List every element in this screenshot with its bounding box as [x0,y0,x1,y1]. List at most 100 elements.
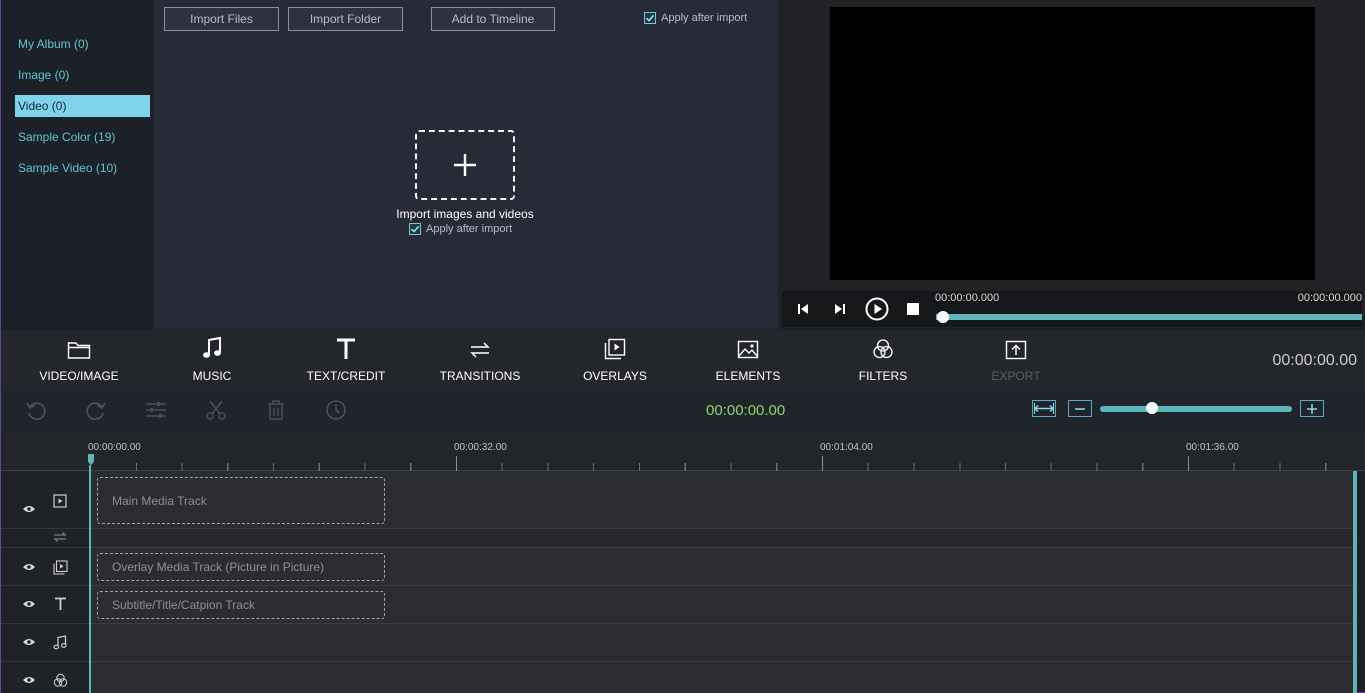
filter-track-visibility-toggle[interactable] [21,672,37,688]
timeline-ruler[interactable]: 00:00:00.00 00:00:32.00 00:01:04.00 00:0… [1,432,1365,471]
clock-icon [326,400,346,420]
sidebar-item-sample-color[interactable]: Sample Color (19) [15,126,150,148]
tab-video-image[interactable]: VIDEO/IMAGE [37,330,121,388]
cut-button[interactable] [204,398,228,422]
redo-button[interactable] [84,398,108,422]
tab-filters[interactable]: FILTERS [854,330,912,388]
filter-track-icon [52,672,68,688]
stop-button[interactable] [900,296,926,322]
tab-label: EXPORT [991,369,1041,383]
music-note-icon [203,336,221,358]
zoom-slider-knob[interactable] [1145,402,1158,414]
apply-after-import-checkbox[interactable]: Apply after import [409,223,512,235]
main-track-header [1,471,89,529]
preview-progress-knob[interactable] [937,311,949,323]
media-panel: Import Files Import Folder Add to Timeli… [154,0,778,329]
filters-icon [873,339,893,359]
ruler-major-ticks [90,456,1352,471]
transition-row[interactable] [91,529,1353,548]
subtitle-track-header [1,586,89,624]
skip-back-icon [798,304,808,314]
overlay-track-icon [52,559,68,575]
add-to-timeline-button[interactable]: Add to Timeline [431,7,555,31]
overlay-track-visibility-toggle[interactable] [21,559,37,575]
ruler-label: 00:01:04.00 [820,442,873,453]
category-tab-bar: VIDEO/IMAGE MUSIC TEXT/CREDIT TRANSITION… [1,330,1365,388]
duration-button[interactable] [324,398,348,422]
undo-button[interactable] [24,398,48,422]
music-track-visibility-toggle[interactable] [21,634,37,650]
subtitle-track-visibility-toggle[interactable] [21,596,37,612]
fit-timeline-button[interactable] [1032,400,1056,417]
zoom-in-button[interactable] [1300,400,1324,417]
plus-icon [454,154,476,176]
overlay-track-placeholder[interactable]: Overlay Media Track (Picture in Picture) [97,553,385,581]
sidebar-item-sample-video[interactable]: Sample Video (10) [15,157,150,179]
filter-track-header [1,662,89,693]
play-circle-icon [865,297,889,321]
import-dropzone[interactable] [415,130,515,200]
import-folder-button[interactable]: Import Folder [288,7,403,31]
folder-icon [67,342,91,359]
eye-icon [23,677,35,683]
tab-label: ELEMENTS [715,369,781,383]
checkbox-checked-icon [409,223,421,235]
minus-icon [1075,407,1085,410]
text-track-icon [52,596,68,612]
checkbox-checked-icon [644,12,656,24]
tab-elements[interactable]: ELEMENTS [713,330,783,388]
sidebar-item-image[interactable]: Image (0) [15,64,150,86]
playhead-line[interactable] [89,465,91,693]
transition-row-header [1,529,89,548]
tab-label: FILTERS [858,369,908,383]
timeline-toolbar: 00:00:00.00 [1,388,1365,432]
eye-icon [23,639,35,645]
tab-transitions[interactable]: TRANSITIONS [435,330,525,388]
preview-panel: 00:00:00.000 00:00:00.000 [778,0,1365,329]
zoom-slider[interactable] [1100,406,1292,412]
tab-label: TEXT/CREDIT [306,369,386,383]
timeline-vertical-scrollbar[interactable] [1353,471,1357,693]
music-track[interactable] [91,624,1353,662]
main-track-visibility-toggle[interactable] [21,501,37,517]
eye-icon [23,506,35,512]
zoom-out-button[interactable] [1068,400,1092,417]
tab-label: MUSIC [192,369,232,383]
tabs-timecode: 00:00:00.00 [1272,352,1357,369]
preview-current-time: 00:00:00.000 [935,292,1000,304]
adjust-button[interactable] [144,398,168,422]
tab-text-credit[interactable]: TEXT/CREDIT [303,330,389,388]
undo-icon [26,402,46,421]
tab-overlays[interactable]: OVERLAYS [579,330,651,388]
export-icon [1005,340,1027,360]
tab-export[interactable]: EXPORT [989,330,1043,388]
plus-icon [1307,403,1317,414]
apply-after-import-checkbox-top[interactable]: Apply after import [644,12,747,24]
fit-width-icon [1034,403,1054,414]
music-track-icon [52,634,68,650]
tab-label: OVERLAYS [583,369,647,383]
overlays-icon [604,338,626,360]
next-frame-button[interactable] [827,296,853,322]
sidebar-item-my-album[interactable]: My Album (0) [15,33,150,55]
text-icon [337,338,355,359]
timeline-timecode: 00:00:00.00 [706,402,786,419]
play-button[interactable] [864,296,890,322]
skip-back-button[interactable] [790,296,816,322]
eye-icon [23,601,35,607]
transitions-icon [470,342,490,358]
video-track-icon [52,493,68,509]
import-prompt-text: Import images and videos [396,207,534,221]
sidebar-item-video[interactable]: Video (0) [15,95,150,117]
import-files-button[interactable]: Import Files [164,7,279,31]
main-media-track-placeholder[interactable]: Main Media Track [97,477,385,524]
subtitle-track-placeholder[interactable]: Subtitle/Title/Catpion Track [97,591,385,619]
image-icon [737,340,759,359]
apply-after-import-label: Apply after import [426,223,513,235]
filter-track[interactable] [91,662,1353,693]
delete-button[interactable] [264,398,288,422]
eye-icon [23,564,35,570]
transition-track-icon [52,529,68,545]
tab-music[interactable]: MUSIC [181,330,243,388]
preview-progress-bar[interactable] [936,314,1362,320]
